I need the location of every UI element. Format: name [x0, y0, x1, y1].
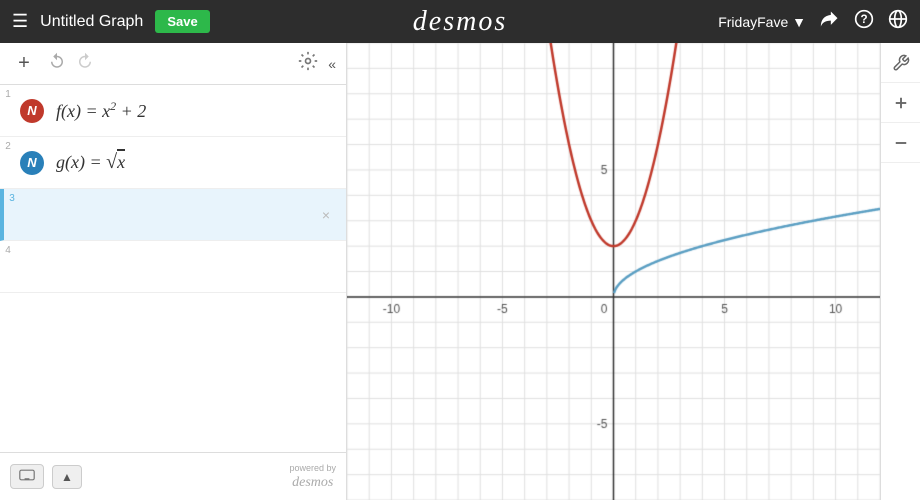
menu-icon[interactable]: ☰	[12, 11, 28, 32]
expression-content-1[interactable]: f(x) = x2 + 2	[48, 89, 312, 132]
powered-by: powered by desmos	[289, 463, 336, 491]
wrench-button[interactable]	[881, 43, 920, 83]
header-right: FridayFave ▼ ?	[718, 9, 908, 34]
color-circle-blue: N	[20, 151, 44, 175]
color-icon-2[interactable]: N	[16, 151, 48, 175]
row-number-4: 4	[0, 241, 16, 256]
help-icon[interactable]: ?	[854, 9, 874, 34]
row-number-3: 3	[4, 189, 20, 204]
left-panel: + « 1 N	[0, 43, 347, 500]
expand-button[interactable]: ▲	[52, 465, 82, 489]
svg-text:?: ?	[860, 13, 867, 26]
header: ☰ Untitled Graph Save desmos FridayFave …	[0, 0, 920, 43]
collapse-panel-icon[interactable]: «	[328, 56, 336, 72]
graph-title: Untitled Graph	[40, 13, 143, 31]
expression-content-2[interactable]: g(x) = √x	[48, 141, 312, 184]
expression-content-3[interactable]	[52, 205, 312, 225]
expression-list: 1 N f(x) = x2 + 2 × 2 N	[0, 85, 346, 452]
save-button[interactable]: Save	[155, 10, 209, 33]
settings-icon[interactable]	[298, 51, 318, 76]
color-circle-red: N	[20, 99, 44, 123]
share-icon[interactable]	[820, 9, 840, 34]
expression-row-3[interactable]: 3 ×	[0, 189, 346, 241]
left-panel-footer: ▲ powered by desmos	[0, 452, 346, 500]
close-expression-3[interactable]: ×	[312, 201, 340, 229]
expression-row-2: 2 N g(x) = √x ×	[0, 137, 346, 189]
row-number-1: 1	[0, 85, 16, 100]
desmos-logo: desmos	[413, 6, 507, 38]
zoom-in-button[interactable]	[881, 83, 920, 123]
globe-icon[interactable]	[888, 9, 908, 34]
graph-panel[interactable]	[347, 43, 920, 500]
row-number-2: 2	[0, 137, 16, 152]
main-area: + « 1 N	[0, 43, 920, 500]
right-toolbar	[880, 43, 920, 500]
keyboard-button[interactable]	[10, 464, 44, 489]
expression-row-1: 1 N f(x) = x2 + 2 ×	[0, 85, 346, 137]
zoom-out-button[interactable]	[881, 123, 920, 163]
color-icon-1[interactable]: N	[16, 99, 48, 123]
expression-row-4[interactable]: 4	[0, 241, 346, 293]
expression-content-4[interactable]	[48, 257, 346, 277]
undo-button[interactable]	[48, 52, 66, 75]
expression-toolbar: + «	[0, 43, 346, 85]
redo-button[interactable]	[76, 52, 94, 75]
add-expression-button[interactable]: +	[10, 50, 38, 78]
graph-canvas[interactable]	[347, 43, 880, 500]
username-label[interactable]: FridayFave ▼	[718, 14, 806, 30]
